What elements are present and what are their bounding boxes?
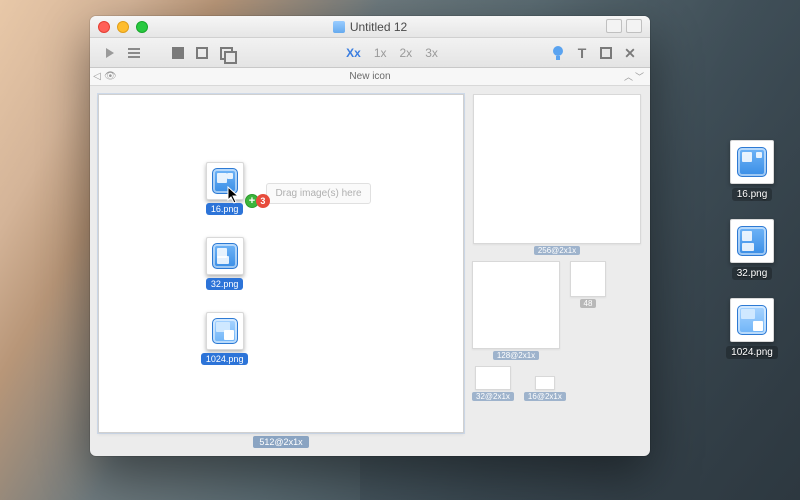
inspector-toggle-button[interactable]	[626, 19, 642, 33]
window-title: Untitled 12	[333, 20, 407, 34]
traffic-lights	[98, 21, 148, 33]
file-label: 1024.png	[726, 346, 778, 359]
desktop-file-32[interactable]: 32.png	[722, 219, 782, 280]
slot-256[interactable]: 256@2x1x	[472, 94, 642, 255]
visibility-icon[interactable]: 👁	[104, 71, 120, 82]
slot-label: 256@2x1x	[534, 246, 580, 255]
canvas-size-label: 512@2x1x	[253, 436, 308, 448]
layer-single-button[interactable]	[168, 44, 188, 62]
file-label: 1024.png	[201, 353, 249, 365]
scale-xx[interactable]: Xx	[341, 44, 366, 62]
slot-label: 32@2x1x	[472, 392, 514, 401]
layer-outline-button[interactable]	[192, 44, 212, 62]
scale-selector: Xx 1x 2x 3x	[341, 44, 443, 62]
breadcrumb-bar: ◁ 👁 New icon ︿﹀	[90, 68, 650, 86]
breadcrumb-title: New icon	[349, 71, 390, 82]
document-icon	[333, 21, 345, 33]
titlebar[interactable]: Untitled 12	[90, 16, 650, 38]
dragged-file-1024[interactable]: 1024.png	[201, 312, 249, 365]
scale-1x[interactable]: 1x	[369, 44, 392, 62]
text-tool-button[interactable]: T	[572, 44, 592, 62]
toolbar: Xx 1x 2x 3x T	[90, 38, 650, 68]
panel-toggle-button[interactable]	[606, 19, 622, 33]
dragged-files-group: 16.png 32.png 1024.png	[201, 162, 249, 365]
dragged-file-16[interactable]: 16.png	[206, 162, 244, 215]
zoom-button[interactable]	[136, 21, 148, 33]
slot-48[interactable]: 48	[570, 261, 606, 308]
dragged-file-32[interactable]: 32.png	[206, 237, 244, 290]
file-thumbnail	[730, 219, 774, 263]
file-thumbnail	[730, 298, 774, 342]
minimize-button[interactable]	[117, 21, 129, 33]
grid-button[interactable]	[596, 44, 616, 62]
size-slots-panel: 256@2x1x 128@2x1x 48 32@2x1x	[472, 94, 642, 448]
file-label: 32.png	[732, 267, 773, 280]
titlebar-right-buttons	[606, 19, 642, 33]
main-canvas-wrap: Drag image(s) here 16.png 32.png 1024.pn…	[98, 94, 464, 448]
fullscreen-button[interactable]	[620, 44, 640, 62]
scale-2x[interactable]: 2x	[395, 44, 418, 62]
file-label: 16.png	[732, 188, 773, 201]
slot-128[interactable]: 128@2x1x	[472, 261, 560, 360]
slot-label: 48	[580, 299, 597, 308]
slot-16[interactable]: 16@2x1x	[524, 376, 566, 401]
main-canvas-512[interactable]: Drag image(s) here 16.png 32.png 1024.pn…	[98, 94, 464, 433]
app-window: Untitled 12 Xx 1x 2x 3x T	[90, 16, 650, 456]
file-thumbnail	[206, 162, 244, 200]
desktop-icons: 16.png 32.png 1024.png	[722, 140, 782, 359]
collapse-chevrons[interactable]: ︿﹀	[624, 70, 644, 83]
file-thumbnail	[730, 140, 774, 184]
layer-multi-button[interactable]	[216, 44, 236, 62]
back-arrow-icon[interactable]: ◁	[90, 71, 104, 82]
desktop-file-1024[interactable]: 1024.png	[722, 298, 782, 359]
file-thumbnail	[206, 237, 244, 275]
slot-32[interactable]: 32@2x1x	[472, 366, 514, 401]
list-button[interactable]	[124, 44, 144, 62]
file-label: 32.png	[206, 278, 244, 290]
file-label: 16.png	[206, 203, 244, 215]
file-thumbnail	[206, 312, 244, 350]
slot-label: 16@2x1x	[524, 392, 566, 401]
content-area: Drag image(s) here 16.png 32.png 1024.pn…	[90, 86, 650, 456]
hint-button[interactable]	[548, 44, 568, 62]
scale-3x[interactable]: 3x	[420, 44, 443, 62]
play-button[interactable]	[100, 44, 120, 62]
drop-hint-label: Drag image(s) here	[266, 183, 370, 204]
slot-label: 128@2x1x	[493, 351, 539, 360]
desktop-file-16[interactable]: 16.png	[722, 140, 782, 201]
close-button[interactable]	[98, 21, 110, 33]
